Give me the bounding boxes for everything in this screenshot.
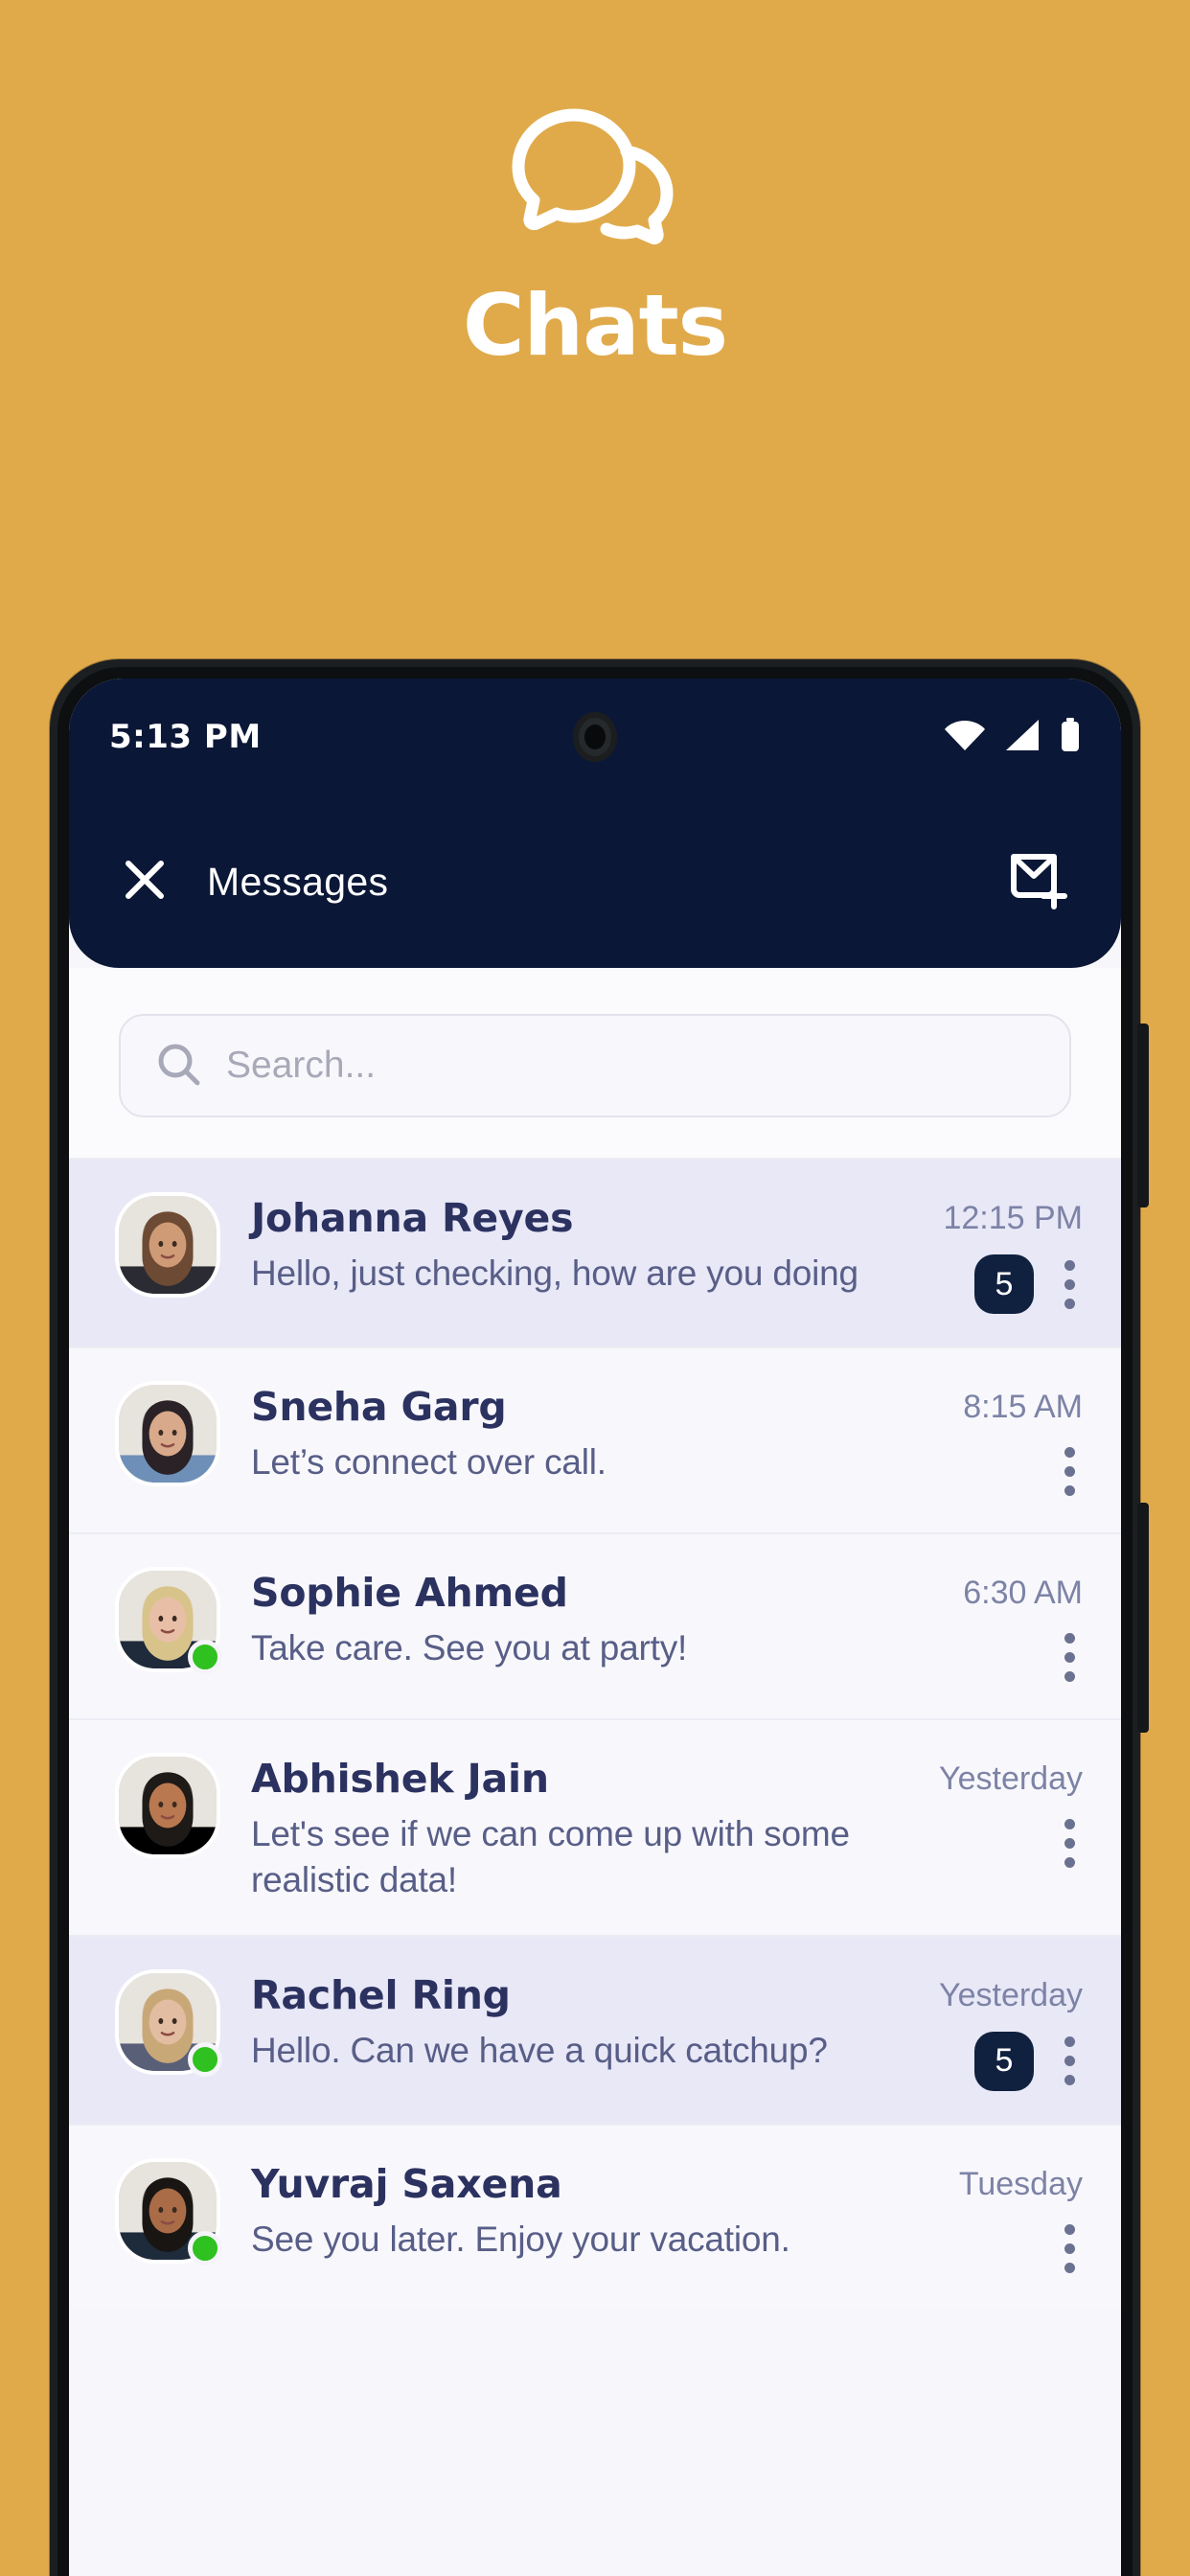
chat-meta-actions	[891, 1629, 1083, 1686]
search-icon	[155, 1041, 201, 1092]
avatar[interactable]	[115, 1753, 220, 1858]
chat-list-item[interactable]: Johanna Reyes Hello, just checking, how …	[69, 1158, 1121, 1346]
chat-meta-actions	[891, 1815, 1083, 1872]
chat-meta-actions: 5	[891, 2031, 1083, 2091]
chat-content: Sneha Garg Let’s connect over call.	[251, 1381, 860, 1485]
chat-preview-message: Hello. Can we have a quick catchup?	[251, 2031, 828, 2070]
chat-preview-message: Let's see if we can come up with some re…	[251, 1814, 850, 1899]
chat-timestamp: Tuesday	[958, 2165, 1083, 2202]
chat-content: Abhishek Jain Let's see if we can come u…	[251, 1753, 860, 1902]
chat-meta: Yesterday 5	[891, 1969, 1083, 2091]
new-message-icon[interactable]	[1008, 849, 1067, 915]
chat-list-item[interactable]: Sneha Garg Let’s connect over call. 8:15…	[69, 1346, 1121, 1532]
chat-list-item[interactable]: Yuvraj Saxena See you later. Enjoy your …	[69, 2123, 1121, 2310]
avatar-wrapper[interactable]	[115, 1968, 222, 2077]
chat-content: Johanna Reyes Hello, just checking, how …	[251, 1192, 860, 1297]
avatar[interactable]	[115, 1192, 220, 1298]
chat-meta: 6:30 AM	[891, 1567, 1083, 1686]
chat-content: Yuvraj Saxena See you later. Enjoy your …	[251, 2158, 860, 2263]
chat-list: Johanna Reyes Hello, just checking, how …	[69, 1158, 1121, 2310]
avatar-wrapper[interactable]	[115, 1753, 220, 1858]
avatar-wrapper[interactable]	[115, 1381, 220, 1486]
front-camera-punchhole	[573, 712, 617, 762]
close-icon[interactable]	[123, 858, 167, 907]
status-bar-icons	[945, 717, 1081, 757]
chat-contact-name: Sophie Ahmed	[251, 1570, 568, 1616]
battery-icon	[1060, 717, 1081, 757]
signal-icon	[1004, 719, 1041, 756]
chat-contact-name: Rachel Ring	[251, 1971, 511, 2018]
chat-bubbles-icon	[499, 105, 691, 249]
chat-list-item[interactable]: Rachel Ring Hello. Can we have a quick c…	[69, 1934, 1121, 2124]
chat-preview-message: See you later. Enjoy your vacation.	[251, 2220, 790, 2259]
wifi-icon	[945, 719, 985, 756]
chat-contact-name: Abhishek Jain	[251, 1756, 549, 1802]
more-options-icon[interactable]	[1057, 1256, 1083, 1313]
unread-count-badge: 5	[974, 2031, 1034, 2091]
chat-meta: Yesterday	[891, 1753, 1083, 1872]
chat-meta: Tuesday	[891, 2158, 1083, 2277]
phone-screen: 5:13 PM Messages Search... Johanna Reyes…	[69, 678, 1121, 2576]
chat-timestamp: 8:15 AM	[963, 1389, 1083, 1425]
avatar-wrapper[interactable]	[115, 1567, 222, 1674]
search-section: Search...	[69, 968, 1121, 1158]
online-status-dot	[188, 2230, 222, 2266]
chat-timestamp: Yesterday	[939, 1976, 1083, 2013]
more-options-icon[interactable]	[1057, 1629, 1083, 1686]
hero-banner: Chats	[0, 0, 1190, 613]
status-bar: 5:13 PM	[69, 678, 1121, 795]
search-placeholder: Search...	[226, 1045, 377, 1086]
chat-contact-name: Johanna Reyes	[251, 1195, 574, 1241]
chat-preview-message: Let’s connect over call.	[251, 1442, 606, 1483]
chat-contact-name: Sneha Garg	[251, 1384, 507, 1430]
avatar[interactable]	[115, 1381, 220, 1486]
chat-meta: 12:15 PM 5	[891, 1192, 1083, 1314]
online-status-dot	[188, 2041, 222, 2077]
online-status-dot	[188, 1640, 222, 1674]
phone-volume-button[interactable]	[1137, 1024, 1149, 1208]
unread-count-badge: 5	[974, 1254, 1034, 1314]
chat-meta-actions	[891, 1443, 1083, 1500]
more-options-icon[interactable]	[1057, 1443, 1083, 1500]
more-options-icon[interactable]	[1057, 1815, 1083, 1872]
chat-preview-message: Take care. See you at party!	[251, 1628, 688, 1668]
chat-preview-message: Hello, just checking, how are you doing	[251, 1254, 858, 1294]
chat-timestamp: Yesterday	[939, 1760, 1083, 1797]
more-options-icon[interactable]	[1057, 2033, 1083, 2089]
chat-meta-actions: 5	[891, 1254, 1083, 1314]
page-title: Chats	[462, 276, 728, 375]
search-input[interactable]: Search...	[119, 1014, 1071, 1117]
chat-content: Sophie Ahmed Take care. See you at party…	[251, 1567, 860, 1671]
chat-timestamp: 12:15 PM	[943, 1200, 1083, 1236]
chat-contact-name: Yuvraj Saxena	[251, 2160, 562, 2207]
more-options-icon[interactable]	[1057, 2220, 1083, 2277]
chat-list-item[interactable]: Abhishek Jain Let's see if we can come u…	[69, 1718, 1121, 1935]
chat-timestamp: 6:30 AM	[963, 1575, 1083, 1611]
avatar-wrapper[interactable]	[115, 1192, 220, 1298]
chat-content: Rachel Ring Hello. Can we have a quick c…	[251, 1969, 860, 2074]
chat-list-item[interactable]: Sophie Ahmed Take care. See you at party…	[69, 1532, 1121, 1718]
avatar-wrapper[interactable]	[115, 2157, 222, 2266]
chat-meta-actions	[891, 2220, 1083, 2277]
phone-power-button[interactable]	[1137, 1503, 1149, 1733]
phone-frame: 5:13 PM Messages Search... Johanna Reyes…	[50, 659, 1149, 2576]
status-bar-time: 5:13 PM	[109, 718, 262, 756]
chat-meta: 8:15 AM	[891, 1381, 1083, 1500]
app-bar: Messages	[69, 795, 1121, 968]
app-bar-title: Messages	[207, 859, 389, 904]
